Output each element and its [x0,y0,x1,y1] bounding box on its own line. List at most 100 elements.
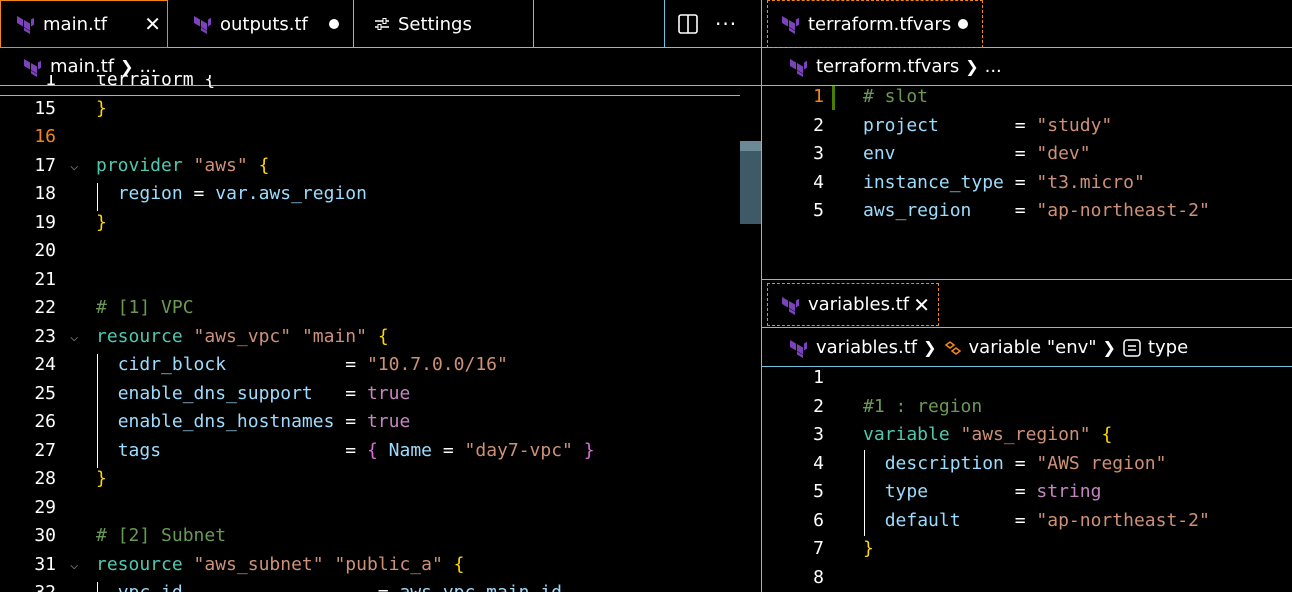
code-line[interactable]: 23 ⌵ resource "aws_vpc" "main" { [0,323,740,352]
code-line[interactable]: 7} [762,535,1292,564]
line-number: 21 [34,268,56,290]
tab-main-tf[interactable]: main.tf ✕ [0,0,168,48]
code-line[interactable]: 5 type = string [762,478,1292,507]
code-text: } [96,468,107,489]
code-text: project = "study" [863,114,1113,136]
breadcrumb: variables.tf ❯ variable "env" ❯ type [762,329,1292,367]
code-line[interactable]: 17 ⌵ provider "aws" { [0,152,740,181]
code-line[interactable]: 24 cidr_block = "10.7.0.0/16" [0,351,740,380]
property-symbol-icon [1123,338,1141,357]
close-icon[interactable]: ✕ [144,14,161,34]
code-line[interactable]: 25 enable_dns_support = true [0,380,740,409]
code-text: description = "AWS region" [884,452,1167,474]
code-line[interactable]: 16 [0,123,740,152]
line-number: 4 [813,452,824,474]
chevron-right-icon: ❯ [120,57,134,76]
code-line[interactable]: 31 ⌵ resource "aws_subnet" "public_a" { [0,551,740,580]
chevron-right-icon: ❯ [1102,338,1116,357]
settings-sliders-icon [375,18,389,30]
line-number: 32 [0,579,56,592]
code-line[interactable]: 1 terraform { [0,75,740,95]
breadcrumb-variable[interactable]: variable "env" [969,337,1097,358]
code-text: env = "dev" [863,143,1091,164]
code-line[interactable]: 20 [0,237,740,266]
main-tf-editor[interactable]: 1 terraform {15} 16 17 ⌵ provider "aws" {18 r… [0,75,740,592]
code-line[interactable]: 21 [0,266,740,295]
line-number: 17 [34,154,56,176]
breadcrumb-rest[interactable]: ... [140,56,157,77]
tab-terraform-tfvars[interactable]: terraform.tfvars [767,0,983,48]
code-text: #1 : region [863,395,983,417]
code-line[interactable]: 4 instance_type = "t3.micro" [762,169,1292,198]
close-icon[interactable]: ✕ [913,295,930,315]
more-actions-icon[interactable]: ··· [715,12,737,36]
code-line[interactable]: 2 #1 : region [762,393,1292,422]
variables-editor[interactable]: 1 2 #1 : region 3 variable "aws_region" {4 d… [762,364,1292,592]
line-number: 3 [813,424,824,445]
terraform-icon [194,16,211,34]
terraform-icon [17,16,34,34]
line-number: 28 [34,468,56,489]
tfvars-editor[interactable]: 1 # slot 2 project = "study" 3 env = "dev" 4 in… [762,83,1292,279]
code-line[interactable]: 22 # [1] VPC [0,294,740,323]
code-text: } [96,211,107,233]
code-line[interactable]: 2 project = "study" [762,112,1292,141]
code-text: tags = { Name = "day7-vpc" } [117,439,595,461]
code-line[interactable]: 26 enable_dns_hostnames = true [0,408,740,437]
variable-symbol-icon [944,340,961,355]
code-line[interactable]: 3 variable "aws_region" { [762,421,1292,450]
code-text: instance_type = "t3.micro" [863,171,1145,193]
code-line[interactable]: 29 [0,494,740,523]
code-line[interactable]: 27 tags = { Name = "day7-vpc" } [0,437,740,466]
code-line[interactable]: 28} [0,465,740,494]
breadcrumb-file[interactable]: main.tf [50,56,114,77]
line-number: 22 [34,297,56,318]
line-number: 18 [34,183,56,204]
fold-chevron-icon[interactable]: ⌵ [70,551,78,580]
code-line[interactable]: 4 description = "AWS region" [762,450,1292,479]
unsaved-dot-icon[interactable] [958,19,968,29]
code-line[interactable]: 32 vpc_id = aws_vpc.main.id [0,579,740,592]
tab-settings[interactable]: Settings [354,0,534,48]
split-editor-icon[interactable] [677,13,699,35]
code-line[interactable]: 1 [762,364,1292,393]
scrollbar-thumb[interactable] [740,141,761,224]
line-number: 1 [813,367,824,388]
fold-chevron-icon[interactable]: ⌵ [70,323,78,352]
code-text: terraform { [96,75,216,90]
code-line[interactable]: 15} [0,95,740,124]
modified-line-indicator [832,86,835,110]
line-number: 5 [813,481,824,502]
line-number: 15 [34,97,56,119]
line-number: 25 [34,382,56,404]
breadcrumb-type[interactable]: type [1148,337,1188,358]
code-line[interactable]: 19} [0,209,740,238]
code-line[interactable]: 5 aws_region = "ap-northeast-2" [762,197,1292,226]
code-text: vpc_id = aws_vpc.main.id [96,579,562,592]
code-text: default = "ap-northeast-2" [884,509,1210,531]
code-text: enable_dns_support = true [117,382,411,404]
tab-outputs-tf[interactable]: outputs.tf [174,0,354,48]
line-number: 19 [34,211,56,233]
code-line[interactable]: 3 env = "dev" [762,140,1292,169]
code-line[interactable]: 8 [762,564,1292,592]
breadcrumb-file[interactable]: terraform.tfvars [816,56,959,77]
code-text: } [863,538,874,559]
fold-chevron-icon[interactable]: ⌵ [70,152,78,181]
code-text: type = string [884,481,1102,502]
code-text: aws_region = "ap-northeast-2" [863,200,1210,221]
breadcrumb-file[interactable]: variables.tf [816,337,917,358]
line-number: 8 [813,566,824,588]
code-line[interactable]: 6 default = "ap-northeast-2" [762,507,1292,536]
vertical-scrollbar[interactable] [740,96,761,592]
unsaved-dot-icon[interactable] [329,19,339,29]
breadcrumb-rest[interactable]: ... [985,56,1002,77]
line-number: 20 [34,240,56,261]
line-number: 29 [34,496,56,518]
line-number: 4 [813,171,824,193]
tab-variables-tf[interactable]: variables.tf ✕ [767,283,939,326]
code-line[interactable]: 18 region = var.aws_region [0,180,740,209]
code-line[interactable]: 1 # slot [762,83,1292,112]
line-number: 2 [813,114,824,136]
code-line[interactable]: 30 # [2] Subnet [0,522,740,551]
